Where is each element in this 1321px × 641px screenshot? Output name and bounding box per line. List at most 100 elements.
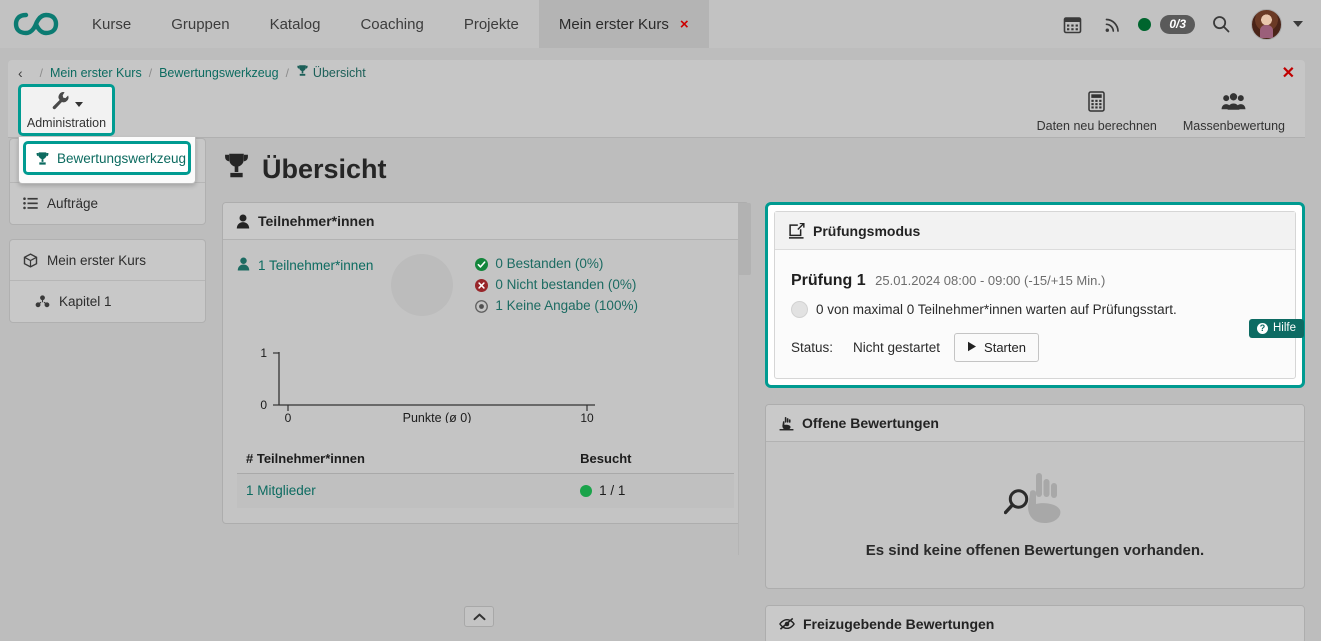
sidebar-item-auftraege[interactable]: Aufträge	[10, 183, 205, 224]
points-histogram-chart: 1 0 0 10 Punkte (ø 0)	[247, 335, 734, 427]
exam-status-value: Nicht gestartet	[853, 340, 940, 355]
nodes-icon	[35, 295, 50, 308]
nav-item-projekte[interactable]: Projekte	[444, 0, 539, 48]
wrench-icon	[50, 91, 70, 115]
y-tick-max: 1	[260, 346, 267, 360]
left-panel-scrollbar-thumb[interactable]	[738, 203, 751, 275]
recalculate-data-button[interactable]: Daten neu berechnen	[1027, 88, 1167, 136]
sidebar-item-label: Kapitel 1	[59, 294, 112, 309]
action-toolbar: Daten neu berechnen Massenbewertung	[8, 86, 1305, 138]
exam-status-row: Status: Nicht gestartet Starten	[791, 333, 1279, 362]
status-dot[interactable]	[1138, 18, 1151, 31]
collapse-panel-button[interactable]	[464, 606, 494, 627]
infinity-logo[interactable]	[0, 0, 72, 48]
person-icon	[237, 257, 250, 274]
exam-name: Prüfung 1	[791, 272, 866, 289]
exam-mode-panel-header: Prüfungsmodus	[775, 212, 1295, 250]
breadcrumb-separator: /	[149, 66, 152, 80]
breadcrumb: ‹ / Mein erster Kurs / Bewertungswerkzeu…	[8, 60, 1305, 86]
notification-count-badge[interactable]: 0/3	[1160, 15, 1195, 34]
exam-waiting-text: 0 von maximal 0 Teilnehmer*innen warten …	[816, 302, 1177, 317]
legend-item-failed: 0 Nicht bestanden (0%)	[475, 275, 638, 295]
breadcrumb-separator: /	[40, 66, 43, 80]
legend-item-no-info: 1 Keine Angabe (100%)	[475, 296, 638, 316]
sidebar-item-kapitel-1[interactable]: Kapitel 1	[10, 281, 205, 322]
nav-tab-mein-erster-kurs[interactable]: Mein erster Kurs ×	[539, 0, 709, 48]
x-tick-10: 10	[580, 411, 594, 423]
calendar-icon[interactable]	[1052, 0, 1092, 48]
visited-value: 1 / 1	[580, 483, 730, 498]
trophy-icon	[35, 151, 50, 166]
breadcrumb-separator: /	[286, 66, 289, 80]
nav-label: Coaching	[360, 16, 423, 33]
participants-pie-chart	[391, 254, 453, 316]
exam-mode-panel: Prüfungsmodus Prüfung 1 25.01.2024 08:00…	[774, 211, 1296, 379]
dropdown-item-bewertungswerkzeug[interactable]: Bewertungswerkzeug	[23, 141, 191, 175]
search-icon[interactable]	[1201, 0, 1241, 48]
waiting-indicator-circle	[791, 301, 808, 318]
table-footer-spacer	[237, 508, 734, 523]
nav-label: Kurse	[92, 16, 131, 33]
open-assessments-empty-state: Es sind keine offenen Bewertungen vorhan…	[766, 442, 1304, 588]
app-root: Kurse Gruppen Katalog Coaching Projekte …	[0, 0, 1321, 641]
nav-item-coaching[interactable]: Coaching	[340, 0, 443, 48]
release-assessments-panel: Freizugebende Bewertungen	[765, 605, 1305, 641]
administration-button[interactable]: Administration	[18, 84, 115, 136]
back-icon[interactable]: ‹	[18, 65, 23, 81]
x-tick-0: 0	[285, 411, 292, 423]
mass-assessment-button[interactable]: Massenbewertung	[1173, 88, 1295, 136]
participants-panel-title: Teilnehmer*innen	[258, 213, 374, 229]
sidebar-item-label: Mein erster Kurs	[47, 253, 146, 268]
play-icon	[967, 340, 977, 355]
participants-stats-row: 1 Teilnehmer*innen 0 Bestanden (0%)	[237, 252, 734, 317]
help-badge[interactable]: ? Hilfe	[1249, 319, 1304, 338]
cube-icon	[23, 253, 38, 268]
nav-item-katalog[interactable]: Katalog	[250, 0, 341, 48]
nav-item-gruppen[interactable]: Gruppen	[151, 0, 249, 48]
participants-panel: Teilnehmer*innen 1 Teilnehmer*innen	[222, 202, 749, 524]
chevron-up-icon	[473, 608, 486, 626]
nav-item-kurse[interactable]: Kurse	[72, 0, 151, 48]
sidebar-group-course: Mein erster Kurs Kapitel 1	[9, 239, 206, 323]
trophy-icon	[296, 64, 309, 82]
cell-members[interactable]: 1 Mitglieder	[237, 474, 571, 509]
top-nav-right-group: 0/3	[1052, 0, 1313, 48]
breadcrumb-item-course[interactable]: Mein erster Kurs	[50, 66, 142, 80]
breadcrumb-item-bewertungswerkzeug[interactable]: Bewertungswerkzeug	[159, 66, 279, 80]
participants-table: # Teilnehmer*innen Besucht 1 Mitglieder	[237, 445, 734, 508]
assessments-column: Prüfungsmodus Prüfung 1 25.01.2024 08:00…	[765, 202, 1305, 641]
close-page-icon[interactable]: ✕	[1282, 63, 1295, 83]
rss-icon[interactable]	[1092, 0, 1132, 48]
release-assessments-title: Freizugebende Bewertungen	[803, 616, 994, 632]
nav-tab-label: Mein erster Kurs	[559, 16, 669, 33]
legend-item-passed: 0 Bestanden (0%)	[475, 254, 638, 274]
search-hand-icon	[1004, 471, 1066, 528]
legend-label: 0 Nicht bestanden (0%)	[495, 275, 636, 295]
sidebar-item-mein-erster-kurs[interactable]: Mein erster Kurs	[10, 240, 205, 281]
hand-assess-icon	[779, 416, 794, 431]
administration-label: Administration	[27, 116, 106, 130]
participants-panel-header: Teilnehmer*innen	[223, 203, 748, 240]
administration-icon-row	[50, 91, 83, 115]
participants-count-link[interactable]: 1 Teilnehmer*innen	[237, 252, 373, 274]
cell-visited: 1 / 1	[571, 474, 734, 509]
group-people-icon	[1221, 92, 1246, 116]
person-icon	[236, 214, 250, 229]
exam-board-icon	[788, 223, 805, 239]
avatar[interactable]	[1251, 9, 1282, 40]
visited-text: 1 / 1	[599, 483, 625, 498]
start-exam-label: Starten	[984, 340, 1026, 355]
start-exam-button[interactable]: Starten	[954, 333, 1039, 362]
participants-legend: 0 Bestanden (0%) 0 Nicht bestanden (0%)	[475, 252, 638, 317]
y-tick-min: 0	[260, 398, 267, 412]
top-navigation-bar: Kurse Gruppen Katalog Coaching Projekte …	[0, 0, 1321, 48]
check-circle-icon	[475, 258, 488, 271]
close-icon[interactable]: ×	[680, 17, 689, 32]
list-icon	[23, 197, 38, 210]
open-assessments-header: Offene Bewertungen	[766, 405, 1304, 442]
table-row[interactable]: 1 Mitglieder 1 / 1	[237, 474, 734, 509]
nav-label: Katalog	[270, 16, 321, 33]
chevron-down-icon[interactable]	[1293, 21, 1303, 27]
nav-label: Gruppen	[171, 16, 229, 33]
help-label: Hilfe	[1273, 322, 1296, 334]
